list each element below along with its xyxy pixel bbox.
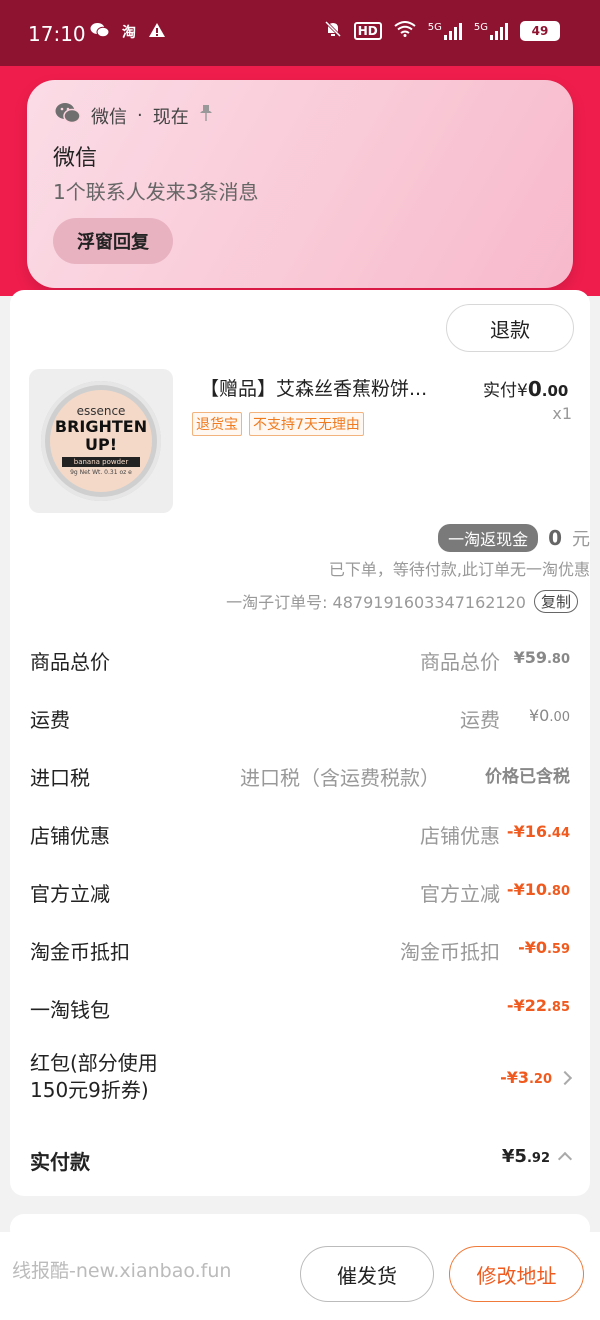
notification-app-name: 微信 — [91, 106, 127, 128]
bottom-action-bar: 线报酷-new.xianbao.fun 催发货 修改地址 — [0, 1232, 600, 1320]
urge-shipping-button[interactable]: 催发货 — [300, 1246, 434, 1302]
price-int: 0 — [527, 377, 542, 401]
tag-return-insurance: 退货宝 — [192, 412, 242, 436]
product-image[interactable]: essence BRIGHTEN UP! banana powder 9g Ne… — [29, 369, 173, 513]
watermark-text: 线报酷-new.xianbao.fun — [12, 1260, 232, 1282]
cashback-label: 一淘返现金 — [438, 524, 539, 552]
total-amount: ¥5.92 — [502, 1146, 573, 1167]
notification-separator: · — [137, 105, 143, 126]
fee-amount: -¥0.59 — [518, 938, 570, 957]
product-image-line1: BRIGHTEN — [54, 417, 148, 436]
fee-row-wallet: 一淘钱包 -¥22.85 — [30, 986, 570, 1026]
product-image-strip: banana powder — [62, 457, 140, 467]
product-title[interactable]: 【赠品】艾森丝香蕉粉饼... — [200, 374, 470, 401]
battery-icon: 49 — [520, 21, 560, 41]
order-status-text: 已下单，等待付款,此订单无一淘优惠 — [328, 560, 590, 579]
fee-amount: -¥3.20 — [500, 1068, 573, 1087]
tag-no-7day-return: 不支持7天无理由 — [249, 412, 364, 436]
fee-right-label: 商品总价 — [420, 650, 500, 674]
fee-label: 运费 — [30, 708, 70, 732]
fee-label: 商品总价 — [30, 650, 110, 674]
chevron-up-icon — [557, 1151, 573, 1167]
red-packet-line1: 红包(部分使用 — [30, 1051, 158, 1075]
fee-amount: -¥22.85 — [506, 996, 570, 1015]
fee-amount: 价格已含税 — [485, 767, 570, 787]
product-image-line2: UP! — [84, 435, 117, 454]
fee-right-label: 运费 — [460, 708, 500, 732]
red-packet-line2: 150元9折券) — [30, 1078, 149, 1102]
fee-amount: -¥10.80 — [506, 880, 570, 899]
fee-label: 红包(部分使用 150元9折券) — [30, 1050, 158, 1104]
cashback-unit: 元 — [572, 529, 590, 550]
signal-5g-icon: 5G — [428, 22, 462, 40]
wechat-icon — [90, 22, 110, 42]
product-image-net: 9g Net Wt. 0.31 oz e — [70, 469, 132, 476]
wechat-notification[interactable]: 微信 · 现在 微信 1个联系人发来3条消息 浮窗回复 — [27, 80, 573, 288]
wifi-icon — [394, 21, 416, 41]
fee-row-total-price: 商品总价 商品总价 ¥59.80 — [30, 638, 570, 678]
fee-label: 进口税 — [30, 766, 90, 790]
product-price: 实付¥0.00 — [483, 376, 568, 401]
fee-row-official-discount: 官方立减 官方立减 -¥10.80 — [30, 870, 570, 910]
product-quantity: x1 — [552, 404, 572, 423]
fee-row-shop-discount: 店铺优惠 店铺优惠 -¥16.44 — [30, 812, 570, 852]
fee-amount: ¥59.80 — [513, 648, 570, 667]
cashback-row: 一淘返现金 0 元 — [438, 524, 590, 552]
fee-amount: -¥16.44 — [506, 822, 570, 841]
order-card: 退款 essence BRIGHTEN UP! banana powder 9g… — [10, 290, 590, 1196]
fee-row-import-tax: 进口税 进口税（含运费税款） 价格已含税 — [30, 754, 570, 794]
hd-icon: HD — [353, 22, 382, 40]
fee-amount: ¥0.00 — [528, 706, 570, 725]
status-bar: 17:10 淘 HD 5G 5G 49 — [0, 0, 600, 66]
wechat-icon — [55, 102, 81, 129]
total-label: 实付款 — [30, 1150, 90, 1174]
copy-button[interactable]: 复制 — [533, 589, 578, 613]
status-time: 17:10 — [28, 22, 86, 46]
fee-right-label: 官方立减 — [420, 882, 500, 906]
price-prefix: 实付 — [483, 381, 517, 401]
warning-icon — [148, 22, 166, 42]
total-row[interactable]: 实付款 ¥5.92 — [30, 1138, 573, 1178]
suborder-row: 一淘子订单号: 4879191603347162120 复制 — [226, 589, 578, 613]
mute-icon — [324, 20, 342, 42]
product-brand-text: essence — [76, 404, 126, 418]
cashback-amount: 0 — [548, 526, 562, 550]
taobao-icon: 淘 — [122, 25, 136, 41]
float-reply-button[interactable]: 浮窗回复 — [53, 218, 173, 264]
fee-row-red-packet[interactable]: 红包(部分使用 150元9折券) -¥3.20 — [30, 1048, 573, 1112]
fee-label: 官方立减 — [30, 882, 110, 906]
price-dec: .00 — [541, 382, 569, 400]
chevron-right-icon — [557, 1070, 573, 1086]
fee-right-label: 进口税（含运费税款） — [240, 766, 440, 790]
pin-icon[interactable] — [199, 104, 213, 127]
fee-label: 一淘钱包 — [30, 998, 110, 1022]
fee-right-label: 淘金币抵扣 — [400, 940, 500, 964]
price-currency: ¥ — [517, 381, 528, 401]
change-address-button[interactable]: 修改地址 — [449, 1246, 584, 1302]
fee-row-shipping: 运费 运费 ¥0.00 — [30, 696, 570, 736]
notification-message: 1个联系人发来3条消息 — [53, 180, 259, 204]
fee-label: 店铺优惠 — [30, 824, 110, 848]
fee-label: 淘金币抵扣 — [30, 940, 130, 964]
refund-button[interactable]: 退款 — [446, 304, 574, 352]
signal-5g-icon-2: 5G — [474, 22, 508, 40]
fee-right-label: 店铺优惠 — [420, 824, 500, 848]
notification-title: 微信 — [53, 146, 98, 171]
suborder-number: 一淘子订单号: 4879191603347162120 — [226, 593, 526, 612]
notification-time: 现在 — [152, 106, 189, 128]
fee-row-coin-deduction: 淘金币抵扣 淘金币抵扣 -¥0.59 — [30, 928, 570, 968]
